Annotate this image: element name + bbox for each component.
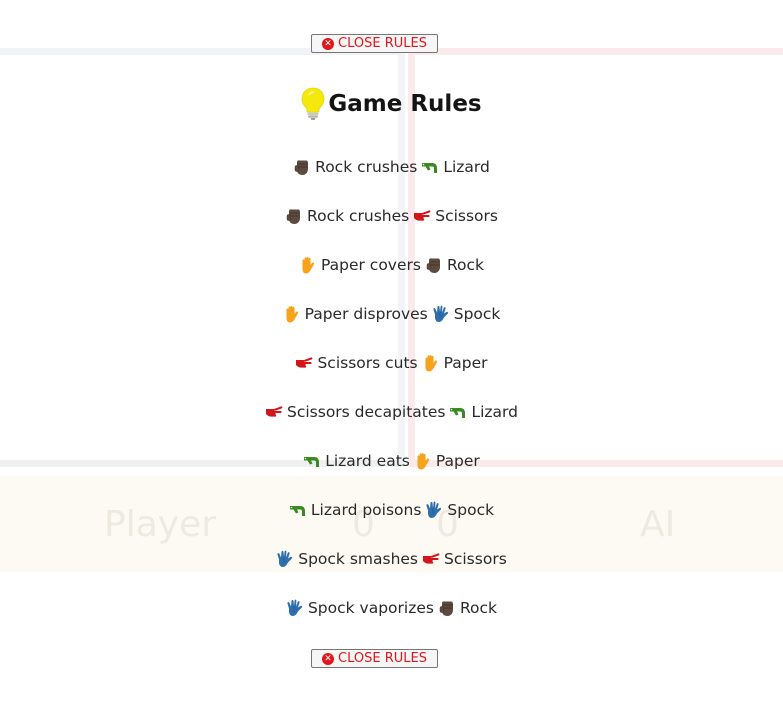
rules-title: Game Rules: [0, 84, 783, 124]
lightbulb-icon: [301, 87, 325, 120]
lizard-icon: [302, 451, 322, 471]
rock-icon: [437, 598, 457, 618]
rule-item: Lizard poisons Spock: [0, 496, 783, 545]
rule-text-right: Rock: [446, 255, 485, 274]
rule-item: Rock crushes Scissors: [0, 201, 783, 250]
scissors-icon: [421, 549, 441, 569]
rule-text-right: Scissors: [444, 550, 507, 569]
rule-text-left: Scissors cuts: [317, 353, 418, 372]
paper-icon: [421, 353, 441, 373]
close-rules-button-top[interactable]: ✕ CLOSE RULES: [311, 34, 438, 53]
rule-text-left: Paper covers: [320, 255, 421, 274]
scissors-icon: [264, 402, 284, 422]
rule-item: Paper disproves Spock: [0, 299, 783, 348]
rule-text-right: Paper: [443, 353, 488, 372]
rule-text-right: Paper: [435, 452, 480, 471]
spock-icon: [275, 549, 295, 569]
rule-item: Scissors cuts Paper: [0, 348, 783, 397]
close-circle-icon: ✕: [322, 652, 335, 665]
paper-icon: [282, 304, 302, 324]
rule-text-right: Rock: [459, 599, 498, 618]
lizard-icon: [288, 500, 308, 520]
lizard-icon: [448, 402, 468, 422]
rule-text-right: Lizard: [443, 157, 490, 176]
rule-text-left: Paper disproves: [304, 304, 428, 323]
paper-icon: [413, 451, 433, 471]
scissors-icon: [294, 353, 314, 373]
spock-icon: [424, 500, 444, 520]
rule-text-left: Spock smashes: [298, 550, 419, 569]
ai-top-border: [410, 48, 783, 55]
rule-item: Scissors decapitates Lizard: [0, 397, 783, 446]
lizard-icon: [420, 157, 440, 177]
spock-icon: [431, 304, 451, 324]
rock-icon: [424, 255, 444, 275]
spock-icon: [285, 598, 305, 618]
close-rules-label: CLOSE RULES: [338, 36, 427, 51]
rule-item: Lizard eats Paper: [0, 447, 783, 496]
paper-icon: [298, 255, 318, 275]
close-rules-label: CLOSE RULES: [338, 651, 427, 666]
rule-text-left: Scissors decapitates: [287, 402, 446, 421]
rule-text-right: Scissors: [435, 206, 498, 225]
rule-text-left: Lizard eats: [325, 452, 410, 471]
close-circle-icon: ✕: [322, 37, 335, 50]
rule-text-left: Spock vaporizes: [307, 599, 434, 618]
rule-text-right: Spock: [447, 501, 495, 520]
rule-text-left: Rock crushes: [307, 206, 410, 225]
rule-text-right: Lizard: [471, 402, 518, 421]
rule-text-left: Rock crushes: [315, 157, 418, 176]
rock-icon: [292, 157, 312, 177]
rule-item: Spock smashes Scissors: [0, 545, 783, 594]
close-rules-button-bottom[interactable]: ✕ CLOSE RULES: [311, 649, 438, 668]
rule-item: Rock crushes Lizard: [0, 152, 783, 201]
title-text: Game Rules: [328, 91, 482, 117]
rule-item: Paper covers Rock: [0, 250, 783, 299]
rule-text-right: Spock: [453, 304, 501, 323]
rule-text-left: Lizard poisons: [310, 501, 422, 520]
rule-item: Spock vaporizes Rock: [0, 594, 783, 643]
rules-list: Rock crushes Lizard Rock crushes Scissors Pa…: [0, 152, 783, 643]
scissors-icon: [412, 206, 432, 226]
rock-icon: [284, 206, 304, 226]
